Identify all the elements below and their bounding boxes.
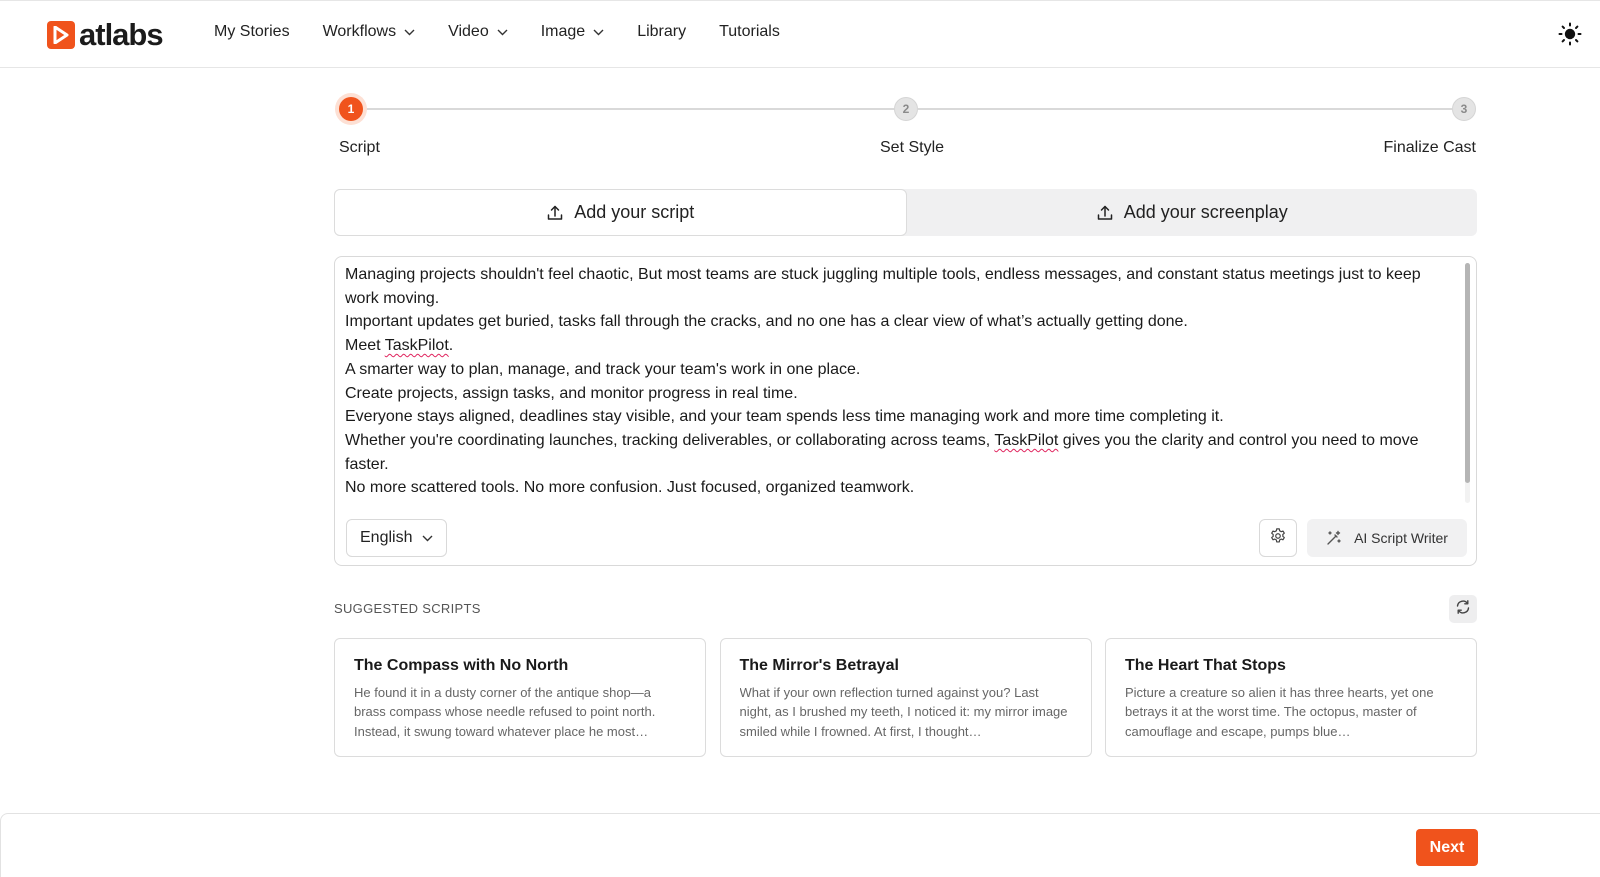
- script-line: Everyone stays aligned, deadlines stay v…: [345, 408, 1224, 426]
- next-button[interactable]: Next: [1416, 829, 1478, 866]
- gear-icon: [1269, 527, 1287, 550]
- refresh-suggestions-button[interactable]: [1449, 595, 1477, 623]
- card-title: The Mirror's Betrayal: [739, 657, 899, 674]
- suggested-scripts-list: The Compass with No North He found it in…: [334, 638, 1477, 757]
- card-excerpt: Picture a creature so alien it has three…: [1125, 685, 1434, 739]
- tab-add-screenplay[interactable]: Add your screenplay: [907, 189, 1478, 236]
- tab-label: Add your script: [574, 202, 695, 222]
- script-line: Important updates get buried, tasks fall…: [345, 313, 1188, 331]
- top-navigation-bar: atlabs My Stories Workflows Video Image …: [0, 0, 1600, 68]
- chevron-down-icon: [404, 29, 415, 36]
- nav-video[interactable]: Video: [448, 23, 508, 41]
- nav-label: Workflows: [322, 23, 397, 40]
- main-nav: My Stories Workflows Video Image Library…: [214, 23, 813, 41]
- language-value: English: [360, 529, 413, 546]
- upload-icon: [1096, 204, 1114, 222]
- misspelled-word[interactable]: TaskPilot: [994, 432, 1058, 449]
- tab-add-script[interactable]: Add your script: [334, 189, 907, 236]
- editor-scrollbar-thumb[interactable]: [1465, 263, 1470, 483]
- brand-name: atlabs: [79, 17, 164, 52]
- nav-tutorials[interactable]: Tutorials: [719, 23, 780, 41]
- ai-button-label: AI Script Writer: [1354, 530, 1448, 546]
- nav-library[interactable]: Library: [637, 23, 686, 41]
- script-textarea[interactable]: Managing projects shouldn't feel chaotic…: [345, 263, 1445, 505]
- script-line: Managing projects shouldn't feel chaotic…: [345, 266, 1421, 307]
- step-1-indicator[interactable]: 1: [339, 97, 363, 121]
- card-title: The Compass with No North: [354, 657, 569, 674]
- card-title: The Heart That Stops: [1125, 657, 1286, 674]
- theme-toggle-button[interactable]: [1558, 22, 1582, 51]
- nav-label: Tutorials: [719, 23, 780, 40]
- footer-bar: [0, 813, 1600, 877]
- script-line: Meet TaskPilot.: [345, 337, 454, 355]
- script-source-tabs: Add your script Add your screenplay: [334, 189, 1477, 236]
- chevron-down-icon: [422, 535, 433, 542]
- magic-wand-icon: [1326, 530, 1342, 546]
- script-line: No more scattered tools. No more confusi…: [345, 479, 915, 497]
- sun-icon: [1558, 22, 1582, 51]
- upload-icon: [546, 204, 564, 222]
- script-line: A smarter way to plan, manage, and track…: [345, 360, 861, 378]
- chevron-down-icon: [593, 29, 604, 36]
- step-3-label: Finalize Cast: [1383, 139, 1476, 156]
- nav-label: Image: [540, 23, 586, 40]
- tab-label: Add your screenplay: [1123, 202, 1288, 222]
- chevron-down-icon: [497, 29, 508, 36]
- step-2-indicator[interactable]: 2: [894, 97, 918, 121]
- step-connector: [918, 108, 1452, 110]
- misspelled-word[interactable]: TaskPilot: [385, 337, 449, 354]
- suggested-script-card[interactable]: The Heart That Stops Picture a creature …: [1105, 638, 1477, 757]
- step-3-indicator[interactable]: 3: [1452, 97, 1476, 121]
- brand-logo[interactable]: atlabs: [47, 17, 164, 52]
- script-line: Create projects, assign tasks, and monit…: [345, 384, 798, 402]
- logo-play-icon: [47, 20, 75, 49]
- script-settings-button[interactable]: [1259, 519, 1297, 557]
- nav-label: Video: [448, 23, 489, 40]
- step-connector: [363, 108, 894, 110]
- nav-my-stories[interactable]: My Stories: [214, 23, 290, 41]
- step-2-label: Set Style: [880, 139, 945, 156]
- suggested-scripts-heading: SUGGESTED SCRIPTS: [334, 601, 481, 616]
- nav-workflows[interactable]: Workflows: [323, 23, 416, 41]
- editor-scrollbar[interactable]: [1465, 263, 1470, 503]
- step-1-label: Script: [339, 139, 380, 156]
- card-excerpt: He found it in a dusty corner of the ant…: [354, 685, 656, 739]
- nav-label: Library: [637, 23, 687, 40]
- nav-image[interactable]: Image: [541, 23, 604, 41]
- card-excerpt: What if your own reflection turned again…: [739, 685, 1068, 739]
- ai-script-writer-button[interactable]: AI Script Writer: [1307, 519, 1467, 557]
- suggested-script-card[interactable]: The Compass with No North He found it in…: [334, 638, 706, 757]
- suggested-script-card[interactable]: The Mirror's Betrayal What if your own r…: [719, 638, 1092, 757]
- script-editor: Managing projects shouldn't feel chaotic…: [334, 256, 1477, 566]
- refresh-icon: [1455, 599, 1471, 620]
- progress-stepper: 1 2 3 Script Set Style Finalize Cast: [339, 95, 1476, 165]
- language-select[interactable]: English: [346, 519, 447, 557]
- script-line: Whether you're coordinating launches, tr…: [345, 431, 1419, 473]
- nav-label: My Stories: [214, 23, 290, 40]
